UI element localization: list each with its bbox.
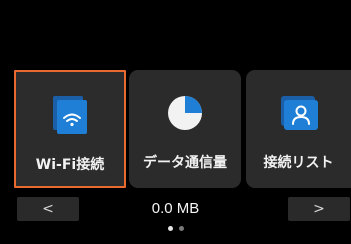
data-usage-label: データ通信量 xyxy=(143,155,227,171)
device-screen: Wi-Fi接続 データ通信量 接続リスト < 0.0 MB > xyxy=(0,0,351,244)
connection-list-tile[interactable]: 接続リスト xyxy=(246,70,351,188)
next-page-button[interactable]: > xyxy=(288,197,350,221)
page-dot-1 xyxy=(167,226,173,231)
page-indicator xyxy=(0,226,351,231)
user-list-icon xyxy=(280,96,318,130)
wifi-connect-tile[interactable]: Wi-Fi接続 xyxy=(14,70,126,188)
page-dot-2 xyxy=(178,226,184,231)
pie-chart-icon xyxy=(168,96,202,130)
wifi-icon xyxy=(53,96,87,134)
data-usage-tile[interactable]: データ通信量 xyxy=(129,70,241,188)
connection-list-label: 接続リスト xyxy=(263,155,334,171)
wifi-connect-label: Wi-Fi接続 xyxy=(35,157,105,173)
